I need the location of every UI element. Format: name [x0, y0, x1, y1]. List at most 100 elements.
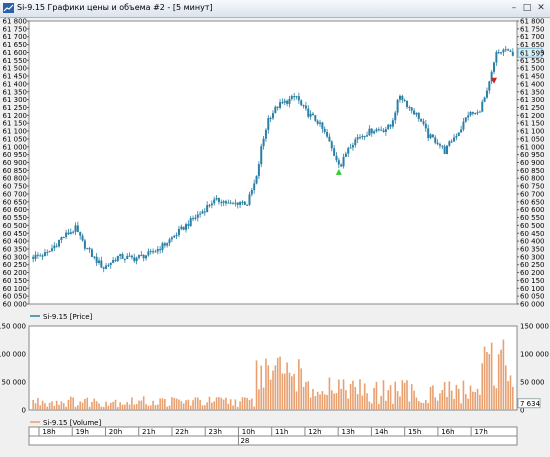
candle-body — [123, 258, 126, 260]
volume-bar — [159, 398, 161, 410]
candle-body — [192, 218, 195, 220]
candle-body — [135, 257, 138, 262]
volume-bar — [91, 401, 93, 410]
volume-axis-label-right: 50 000 — [520, 379, 545, 387]
price-axis-label-left: 60 900 — [3, 159, 28, 167]
volume-bar — [335, 393, 338, 410]
last-price-label: 61 595 — [520, 50, 545, 58]
price-axis-label-right: 60 950 — [520, 151, 545, 159]
volume-bar — [453, 398, 455, 410]
volume-bar — [439, 393, 441, 410]
window-title: Si-9.15 Графики цены и объема #2 - [5 ми… — [17, 3, 213, 12]
candle-body — [185, 224, 188, 230]
candle-body — [53, 245, 56, 249]
candle-body — [48, 251, 51, 253]
candle-body — [161, 243, 164, 251]
maximize-button[interactable]: □ — [521, 2, 533, 14]
candle-body — [300, 100, 303, 106]
price-axis-label-right: 61 700 — [520, 33, 545, 41]
candle-body — [69, 232, 72, 235]
price-axis-label-right: 60 000 — [520, 301, 545, 309]
volume-bar — [272, 370, 274, 410]
hour-label: 10h — [242, 428, 255, 436]
volume-bar — [408, 401, 411, 410]
volume-bar — [354, 386, 357, 410]
candle-body — [493, 62, 496, 72]
candle-body — [227, 202, 230, 204]
volume-bar — [283, 373, 286, 410]
volume-bar — [472, 391, 474, 410]
price-axis-label-right: 61 550 — [520, 57, 545, 65]
price-axis-label-left: 61 300 — [3, 96, 28, 104]
volume-bar — [218, 397, 220, 410]
volume-bar — [41, 400, 44, 410]
candle-body — [201, 211, 204, 214]
volume-bar — [307, 381, 310, 410]
candle-body — [464, 117, 467, 122]
volume-bar — [495, 388, 498, 410]
volume-bar — [380, 395, 382, 410]
volume-bar — [483, 346, 486, 410]
candle-body — [83, 240, 86, 249]
volume-bar — [107, 405, 110, 410]
price-axis-label-left: 61 200 — [3, 112, 28, 120]
volume-bar — [65, 406, 67, 410]
candle-body — [333, 148, 336, 156]
candle-body — [330, 141, 333, 149]
candle-body — [65, 232, 68, 238]
volume-bar — [140, 400, 143, 410]
candle-body — [43, 252, 46, 257]
close-button[interactable]: ✕ — [535, 2, 547, 14]
hour-label: 21h — [142, 428, 155, 436]
candle-body — [243, 201, 246, 205]
candle-body — [297, 96, 300, 101]
price-axis-label-right: 61 050 — [520, 135, 545, 143]
price-axis-label-right: 60 550 — [520, 214, 545, 222]
price-axis-label-left: 61 600 — [3, 49, 28, 57]
candle-body — [156, 249, 159, 252]
candle-body — [246, 204, 249, 206]
minimize-button[interactable]: – — [508, 2, 520, 14]
volume-axis-label-left: 50 000 — [2, 379, 27, 387]
candle-body — [105, 265, 108, 269]
price-axis-label-right: 61 000 — [520, 143, 545, 151]
volume-bar — [119, 402, 121, 410]
volume-bar — [74, 406, 77, 410]
volume-bar — [81, 402, 84, 410]
candle-body — [215, 198, 218, 200]
price-axis-label-right: 61 750 — [520, 25, 545, 33]
volume-bar — [359, 379, 361, 410]
candle-body — [128, 255, 131, 257]
candle-body — [290, 96, 293, 99]
candle-body — [384, 129, 387, 133]
price-axis-label-left: 60 100 — [3, 285, 28, 293]
candle-body — [413, 110, 416, 115]
volume-bar — [229, 399, 232, 410]
candle-body — [121, 254, 124, 259]
volume-bar — [361, 395, 364, 410]
volume-bar — [490, 342, 493, 410]
candle-body — [314, 115, 317, 121]
volume-bar — [293, 373, 295, 410]
chart-canvas[interactable]: 61 800 61 80061 750 61 75061 700 61 70061 6… — [0, 18, 550, 455]
volume-axis-label-right: 100 000 — [520, 351, 549, 359]
candle-body — [396, 99, 399, 113]
volume-bar — [434, 397, 437, 410]
price-axis-label-left: 61 150 — [3, 120, 28, 128]
volume-bar — [152, 400, 154, 410]
volume-bar — [112, 401, 114, 410]
candle-body — [485, 90, 488, 98]
volume-bar — [427, 403, 429, 410]
date-label: 28 — [240, 437, 249, 445]
candle-body — [422, 121, 425, 124]
candle-body — [81, 235, 84, 241]
candle-body — [309, 113, 312, 117]
price-axis-label-right: 60 850 — [520, 167, 545, 175]
candle-body — [168, 239, 171, 244]
candle-body — [39, 255, 42, 257]
volume-axis-label-right: 150 000 — [520, 323, 549, 331]
candle-body — [319, 122, 322, 124]
volume-axis-label-left: 100 000 — [0, 351, 26, 359]
candle-body — [279, 102, 282, 108]
volume-axis-label-left: 0 — [22, 407, 26, 415]
